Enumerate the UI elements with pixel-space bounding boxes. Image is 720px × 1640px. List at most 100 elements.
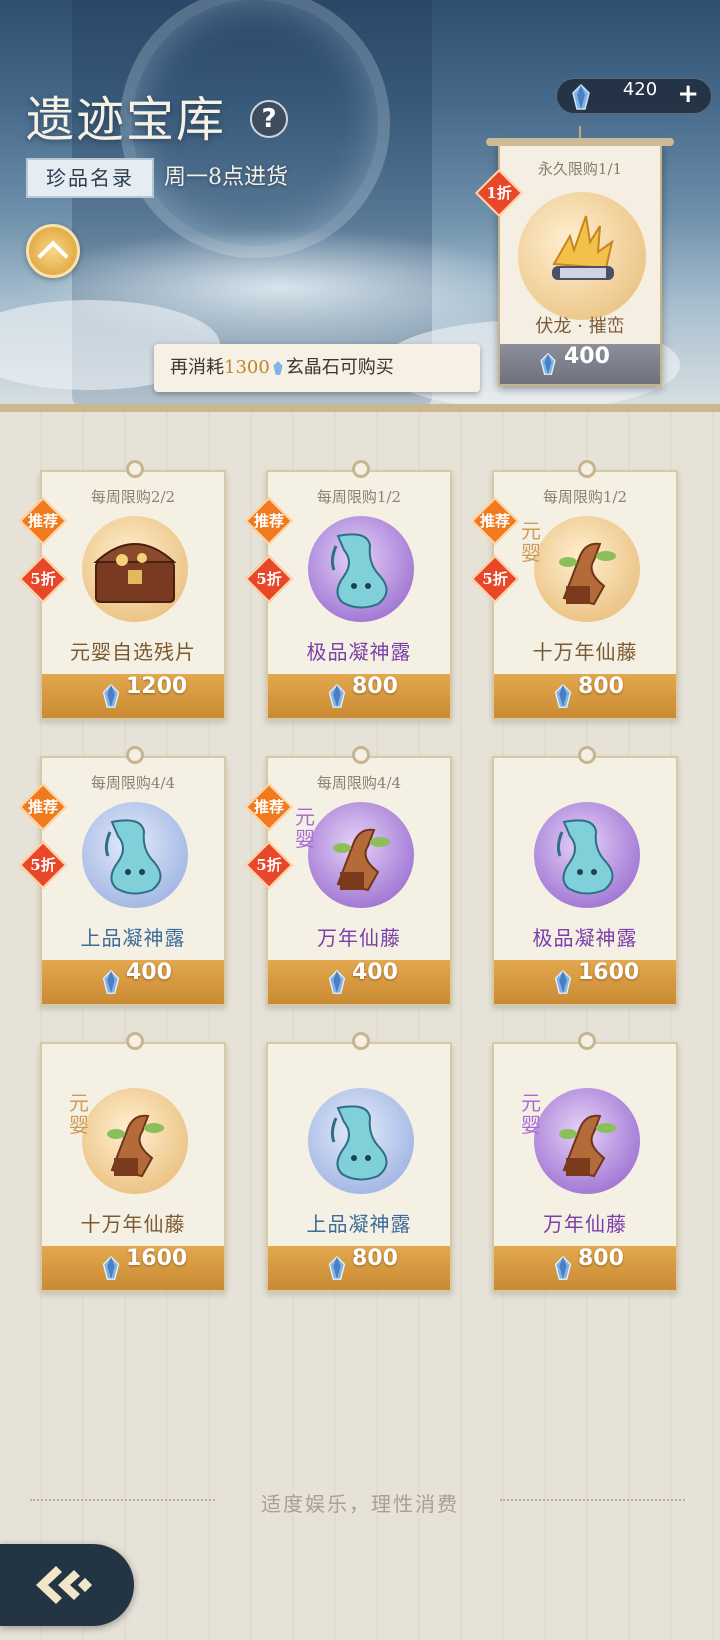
recommend-badge: 推荐 (244, 496, 294, 546)
back-arrow-icon (36, 1566, 93, 1604)
item-name: 伏龙 · 摧峦 (535, 316, 625, 337)
discount-badge: 1折 (474, 168, 524, 218)
item-price: 1600 (126, 1246, 188, 1271)
page-title: 遗迹宝库 (26, 92, 227, 148)
item-card[interactable]: 元婴十万年仙藤 1600 (40, 1032, 226, 1292)
dew-bottle-icon (330, 1105, 388, 1181)
weapon-scroll-icon (552, 215, 614, 280)
item-name: 上品凝神露 (306, 1212, 412, 1236)
catalog-button[interactable]: 珍品名录 (26, 158, 154, 198)
crystal-gem-icon (572, 83, 590, 110)
discount-badge: 5折 (18, 554, 68, 604)
discount-badge: 5折 (470, 554, 520, 604)
crystal-gem-icon (273, 361, 283, 375)
item-card[interactable]: 元婴万年仙藤 800 (492, 1032, 678, 1292)
crystal-gem-icon (328, 969, 346, 994)
stage-stamp: 元婴 (295, 805, 315, 851)
crystal-gem-icon (328, 1255, 346, 1280)
card-hook (352, 460, 370, 478)
item-name: 元婴自选残片 (70, 640, 196, 664)
card-hook (578, 746, 596, 764)
item-card[interactable]: 极品凝神露 1600 (492, 746, 678, 1006)
dew-bottle-icon (556, 819, 614, 895)
price-bar: 800 (268, 674, 450, 718)
price-bar: 400 (500, 344, 660, 384)
dew-bottle-icon (330, 533, 388, 609)
vine-icon (559, 1114, 616, 1178)
crystal-gem-icon (554, 683, 572, 708)
recommend-badge: 推荐 (18, 782, 68, 832)
price-bar: 400 (268, 960, 450, 1004)
discount-badge: 5折 (18, 840, 68, 890)
item-card[interactable]: 每周限购4/4 上品凝神露 400 推荐 5折 (18, 746, 226, 1006)
plus-icon[interactable]: + (677, 79, 699, 109)
question-icon[interactable]: ? (250, 100, 288, 138)
currency-amount: 420 (622, 79, 658, 100)
card-hook (578, 460, 596, 478)
recommend-badge: 推荐 (18, 496, 68, 546)
purchase-limit: 永久限购1/1 (537, 160, 623, 178)
footer-text: 适度娱乐，理性消费 (261, 1492, 459, 1516)
crystal-gem-icon (102, 969, 120, 994)
dew-bottle-icon (104, 819, 162, 895)
item-price: 400 (126, 960, 172, 985)
price-bar: 1200 (42, 674, 224, 718)
price-bar: 1600 (494, 960, 676, 1004)
card-hook (126, 746, 144, 764)
crystal-gem-icon (102, 683, 120, 708)
item-card[interactable]: 每周限购1/2 元婴十万年仙藤 800 推荐 5折 (470, 460, 678, 720)
price-bar: 800 (494, 674, 676, 718)
purchase-limit: 每周限购4/4 (316, 774, 402, 792)
card-hook (352, 746, 370, 764)
recommend-badge: 推荐 (244, 782, 294, 832)
price-bar: 1600 (42, 1246, 224, 1290)
item-card[interactable]: 每周限购1/2 极品凝神露 800 推荐 5折 (244, 460, 452, 720)
collapse-button[interactable] (26, 224, 80, 278)
price-bar: 800 (268, 1246, 450, 1290)
discount-badge: 5折 (244, 554, 294, 604)
price-bar: 800 (494, 1246, 676, 1290)
card-hook (126, 1032, 144, 1050)
crystal-gem-icon (540, 352, 556, 375)
price-bar: 400 (42, 960, 224, 1004)
restock-info: 周一8点进货 (164, 165, 288, 190)
discount-badge: 5折 (244, 840, 294, 890)
stage-stamp: 元婴 (69, 1091, 89, 1137)
item-price: 1200 (126, 674, 188, 699)
back-button[interactable] (0, 1544, 134, 1626)
crystal-gem-icon (554, 1255, 572, 1280)
footer: 适度娱乐，理性消费 (0, 1488, 720, 1516)
item-card[interactable]: 上品凝神露 800 (266, 1032, 452, 1292)
item-name: 十万年仙藤 (532, 640, 638, 664)
item-price: 1600 (578, 960, 640, 985)
card-hook (126, 460, 144, 478)
stage-stamp: 元婴 (521, 1091, 541, 1137)
treasure-chest-icon (93, 543, 177, 603)
card-hook (352, 1032, 370, 1050)
item-name: 十万年仙藤 (80, 1212, 186, 1236)
item-name: 上品凝神露 (80, 926, 186, 950)
crystal-gem-icon (102, 1255, 120, 1280)
purchase-requirement-notice: 再消耗1300 玄晶石可购买 (154, 344, 480, 392)
featured-item-card[interactable]: 永久限购1/1 伏龙 · 摧峦 400 1折 (474, 138, 674, 386)
vine-icon (333, 828, 390, 892)
item-card[interactable]: 每周限购2/2 元婴自选残片 1200 推荐 5折 (18, 460, 226, 720)
item-name: 极品凝神露 (532, 926, 638, 950)
vine-icon (559, 542, 616, 606)
crystal-gem-icon (328, 683, 346, 708)
item-price: 800 (352, 674, 398, 699)
item-name: 极品凝神露 (306, 640, 412, 664)
currency-display: 420 + (556, 78, 712, 114)
item-price: 400 (564, 344, 610, 369)
stage-stamp: 元婴 (521, 519, 541, 565)
item-name: 万年仙藤 (543, 1212, 627, 1236)
card-hook (578, 1032, 596, 1050)
crystal-gem-icon (554, 969, 572, 994)
recommend-badge: 推荐 (470, 496, 520, 546)
item-price: 800 (578, 1246, 624, 1271)
item-price: 400 (352, 960, 398, 985)
item-card[interactable]: 每周限购4/4 元婴 万年仙藤 400 推荐 5折 (244, 746, 452, 1006)
purchase-limit: 每周限购2/2 (90, 488, 176, 506)
vine-icon (107, 1114, 164, 1178)
purchase-limit: 每周限购1/2 (542, 488, 628, 506)
